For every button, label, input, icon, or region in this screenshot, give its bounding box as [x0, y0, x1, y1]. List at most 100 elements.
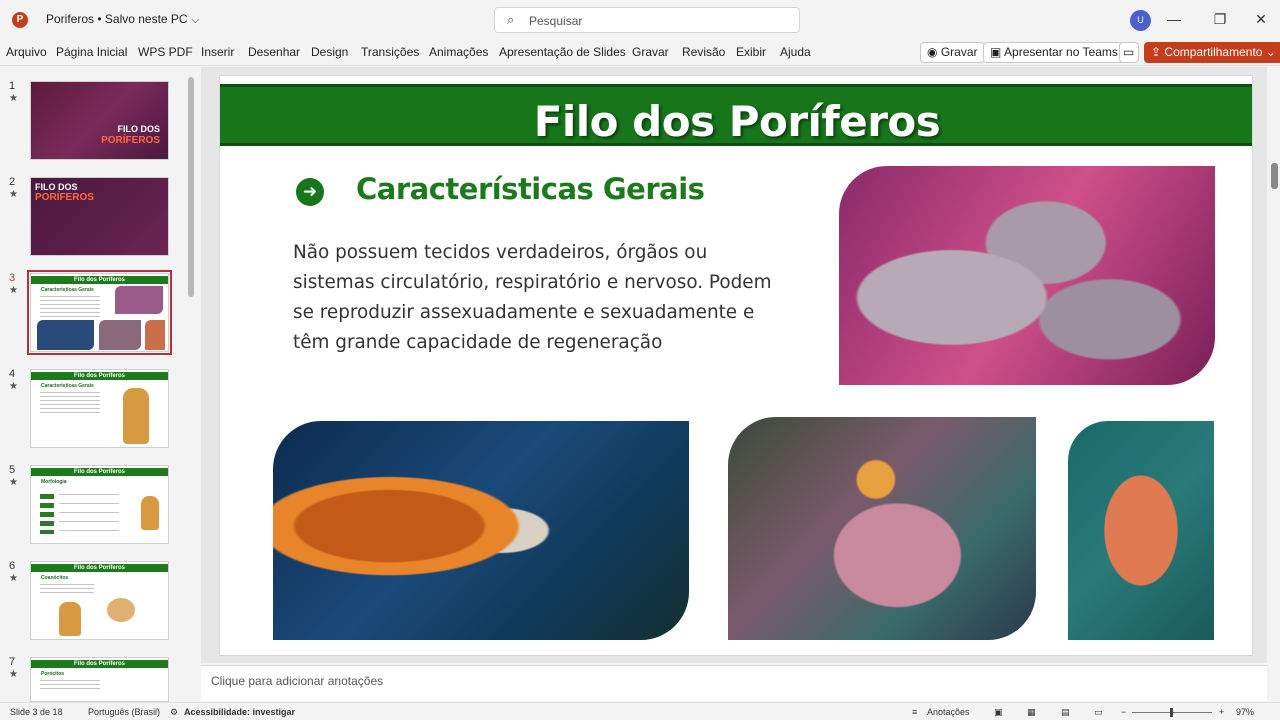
teams-label: Apresentar no Teams [1004, 45, 1118, 59]
arrow-right-circle-icon: ➜ [296, 178, 324, 206]
thumb-title-line2: PORÍFEROS [101, 135, 160, 146]
thumb-title: Filo dos Poríferos [31, 564, 168, 572]
thumb-title-line1: FILO DOS [35, 182, 78, 192]
notes-placeholder: Clique para adicionar anotações [211, 674, 384, 688]
accessibility-status[interactable]: Acessibilidade: investigar [184, 707, 295, 717]
chevron-down-icon: ⌄ [1265, 45, 1276, 59]
tab-apresentacao[interactable]: Apresentação de Slides [499, 45, 626, 59]
thumb-title: Filo dos Poríferos [31, 372, 168, 380]
slide-scrollbar[interactable] [1269, 67, 1280, 663]
accessibility-icon: ⚙ [170, 707, 179, 717]
search-icon: ⌕ [507, 12, 515, 27]
zoom-slider-thumb[interactable] [1170, 708, 1173, 717]
zoom-out-icon[interactable]: − [1121, 707, 1126, 717]
record-button[interactable]: ◉ Gravar [920, 42, 985, 63]
animation-star-icon: ★ [9, 93, 18, 104]
slide-thumbnail-1[interactable]: FILO DOS PORÍFEROS [30, 81, 169, 160]
animation-star-icon: ★ [9, 189, 18, 200]
reading-view-icon[interactable]: ▤ [1061, 707, 1070, 718]
slide-title[interactable]: Filo dos Poríferos [220, 97, 1252, 146]
thumb-subtitle: Características Gerais [41, 287, 94, 293]
slide-canvas[interactable]: Filo dos Poríferos ➜ Características Ger… [219, 75, 1253, 656]
title-bar: P Poriferos • Salvo neste PC ⌵ ⌕ Pesquisa… [0, 0, 1280, 40]
slide-thumbnail-5[interactable]: Filo dos Poríferos Morfologia [30, 465, 169, 544]
sponge-photo-top[interactable] [839, 166, 1215, 385]
scrollbar-thumb[interactable] [1271, 163, 1278, 189]
thumb-image [115, 286, 163, 314]
ribbon-tabs: Arquivo Página Inicial WPS PDF Inserir D… [0, 40, 1280, 66]
tab-arquivo[interactable]: Arquivo [6, 45, 47, 59]
thumb-image [59, 602, 81, 636]
thumb-subtitle: Características Gerais [41, 383, 94, 389]
animation-star-icon: ★ [9, 669, 18, 680]
present-teams-button[interactable]: ▣ Apresentar no Teams [983, 42, 1125, 63]
slide-thumbnail-3[interactable]: Filo dos Poríferos Características Gerai… [27, 270, 172, 355]
slide-subtitle[interactable]: Características Gerais [356, 172, 705, 206]
avatar[interactable]: U [1130, 10, 1151, 31]
thumb-text-lines [40, 296, 100, 320]
tab-design[interactable]: Design [311, 45, 348, 59]
tab-wps-pdf[interactable]: WPS PDF [138, 45, 193, 59]
notes-icon: ≡ [912, 707, 918, 717]
powerpoint-logo-icon: P [12, 12, 28, 28]
search-input[interactable]: ⌕ Pesquisar [494, 7, 800, 33]
tab-inserir[interactable]: Inserir [201, 45, 234, 59]
tab-ajuda[interactable]: Ajuda [780, 45, 811, 59]
language-indicator[interactable]: Português (Brasil) [88, 707, 160, 717]
close-button[interactable]: ✕ [1251, 9, 1271, 29]
thumbnails-scrollbar[interactable] [188, 77, 194, 297]
tab-revisao[interactable]: Revisão [682, 45, 725, 59]
slide-number: 6 [9, 560, 16, 572]
slide-body-text[interactable]: Não possuem tecidos verdadeiros, órgãos … [293, 238, 789, 358]
animation-star-icon: ★ [9, 381, 18, 392]
slide-number: 2 [9, 176, 16, 188]
thumb-image [107, 598, 135, 622]
thumb-subtitle: Coanócitos [41, 575, 69, 581]
thumb-text-lines [40, 392, 100, 416]
slide-sorter-icon[interactable]: ▦ [1027, 707, 1036, 718]
slide-number: 7 [9, 656, 16, 668]
sponge-photo-cup[interactable] [1068, 421, 1214, 640]
sponge-photo-orange[interactable] [273, 421, 689, 640]
search-placeholder: Pesquisar [529, 14, 583, 28]
share-label: Compartilhamento [1164, 45, 1263, 59]
document-title[interactable]: Poriferos • Salvo neste PC ⌵ [46, 12, 199, 26]
sponge-photo-barrel[interactable] [728, 417, 1036, 640]
document-title-text: Poriferos • Salvo neste PC [46, 12, 188, 26]
tab-desenhar[interactable]: Desenhar [248, 45, 300, 59]
slide-number: 1 [9, 80, 16, 92]
animation-star-icon: ★ [9, 285, 18, 296]
tab-transicoes[interactable]: Transições [361, 45, 419, 59]
tab-exibir[interactable]: Exibir [736, 45, 766, 59]
animation-star-icon: ★ [9, 477, 18, 488]
notes-pane[interactable]: Clique para adicionar anotações [201, 665, 1267, 701]
slide-thumbnail-4[interactable]: Filo dos Poríferos Características Gerai… [30, 369, 169, 448]
thumb-title: Filo dos Poríferos [31, 660, 168, 668]
share-icon: ⇪ [1151, 45, 1162, 59]
chevron-down-icon: ⌵ [191, 15, 200, 26]
notes-toggle-button[interactable]: Anotações [927, 707, 970, 717]
slide-thumbnail-6[interactable]: Filo dos Poríferos Coanócitos [30, 561, 169, 640]
slideshow-icon[interactable]: ▭ [1094, 707, 1103, 718]
comments-button[interactable]: ▭ [1119, 42, 1139, 63]
minimize-button[interactable]: — [1164, 9, 1184, 29]
record-icon: ◉ [927, 45, 938, 59]
normal-view-icon[interactable]: ▣ [994, 707, 1003, 718]
tab-pagina-inicial[interactable]: Página Inicial [56, 45, 127, 59]
zoom-level[interactable]: 97% [1236, 707, 1254, 717]
thumb-image [123, 388, 149, 444]
teams-icon: ▣ [990, 45, 1002, 59]
tab-animacoes[interactable]: Animações [429, 45, 488, 59]
thumb-subtitle: Porócitos [41, 671, 65, 677]
slide-thumbnail-7[interactable]: Filo dos Poríferos Porócitos [30, 657, 169, 702]
slide-number: 5 [9, 464, 16, 476]
slide-editor: Filo dos Poríferos ➜ Características Ger… [201, 67, 1267, 663]
slide-thumbnail-2[interactable]: FILO DOS PORÍFEROS [30, 177, 169, 256]
tab-gravar[interactable]: Gravar [632, 45, 669, 59]
thumb-text-lines [59, 494, 119, 534]
zoom-in-icon[interactable]: + [1219, 707, 1224, 717]
animation-star-icon: ★ [9, 573, 18, 584]
thumb-image [145, 320, 165, 350]
restore-button[interactable]: ❐ [1210, 9, 1230, 29]
share-button[interactable]: ⇪ Compartilhamento ⌄ [1144, 42, 1280, 63]
